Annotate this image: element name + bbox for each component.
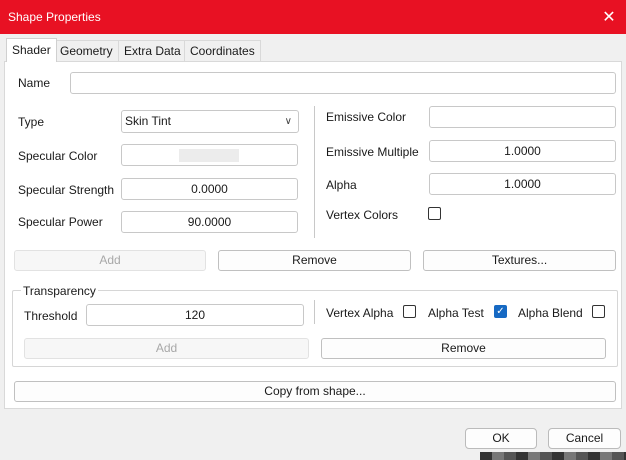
alpha-field[interactable]: 1.0000 [429, 173, 616, 195]
background-taskbar-strip [480, 452, 626, 460]
specular-strength-field[interactable]: 0.0000 [121, 178, 298, 200]
alpha-blend-label: Alpha Blend [518, 306, 583, 320]
specular-color-picker[interactable] [121, 144, 298, 166]
remove-button[interactable]: Remove [218, 250, 411, 271]
emissive-multiple-field[interactable]: 1.0000 [429, 140, 616, 162]
type-label: Type [18, 115, 45, 129]
alpha-test-label: Alpha Test [428, 306, 484, 320]
vertex-colors-label: Vertex Colors [326, 208, 399, 222]
checkmark-icon: ✓ [496, 306, 505, 317]
close-icon[interactable]: ✕ [592, 0, 626, 34]
emissive-multiple-label: Emissive Multiple [326, 145, 419, 159]
tab-geometry[interactable]: Geometry [54, 40, 119, 61]
type-value: Skin Tint [125, 114, 172, 128]
threshold-field[interactable]: 120 [86, 304, 304, 326]
transparency-remove-button[interactable]: Remove [321, 338, 606, 359]
transparency-add-button[interactable]: Add [24, 338, 309, 359]
column-separator [314, 106, 315, 238]
threshold-label: Threshold [24, 309, 78, 323]
alpha-blend-checkbox[interactable] [592, 305, 605, 318]
tab-coordinates[interactable]: Coordinates [184, 40, 261, 61]
tab-shader[interactable]: Shader [6, 38, 57, 62]
vertex-alpha-checkbox[interactable] [403, 305, 416, 318]
transparency-legend: Transparency [21, 284, 98, 298]
emissive-color-picker[interactable] [429, 106, 616, 128]
specular-color-label: Specular Color [18, 149, 98, 163]
emissive-color-label: Emissive Color [326, 110, 407, 124]
transparency-separator [314, 300, 315, 324]
alpha-label: Alpha [326, 178, 357, 192]
vertex-alpha-label: Vertex Alpha [326, 306, 394, 320]
specular-color-swatch [179, 149, 239, 162]
specular-power-label: Specular Power [18, 215, 103, 229]
name-label: Name [18, 76, 51, 90]
type-dropdown[interactable]: Skin Tint ∨ [121, 110, 299, 133]
name-field[interactable] [70, 72, 616, 94]
tab-extra-data[interactable]: Extra Data [118, 40, 187, 61]
window-title: Shape Properties [8, 10, 101, 24]
title-bar: Shape Properties ✕ [0, 0, 626, 34]
specular-power-field[interactable]: 90.0000 [121, 211, 298, 233]
alpha-test-checkbox[interactable]: ✓ [494, 305, 507, 318]
ok-button[interactable]: OK [465, 428, 537, 449]
add-button[interactable]: Add [14, 250, 206, 271]
chevron-down-icon: ∨ [284, 116, 292, 127]
copy-from-shape-button[interactable]: Copy from shape... [14, 381, 616, 402]
vertex-colors-checkbox[interactable] [428, 207, 441, 220]
emissive-color-swatch [492, 111, 552, 124]
specular-strength-label: Specular Strength [18, 183, 115, 197]
textures-button[interactable]: Textures... [423, 250, 616, 271]
cancel-button[interactable]: Cancel [548, 428, 621, 449]
